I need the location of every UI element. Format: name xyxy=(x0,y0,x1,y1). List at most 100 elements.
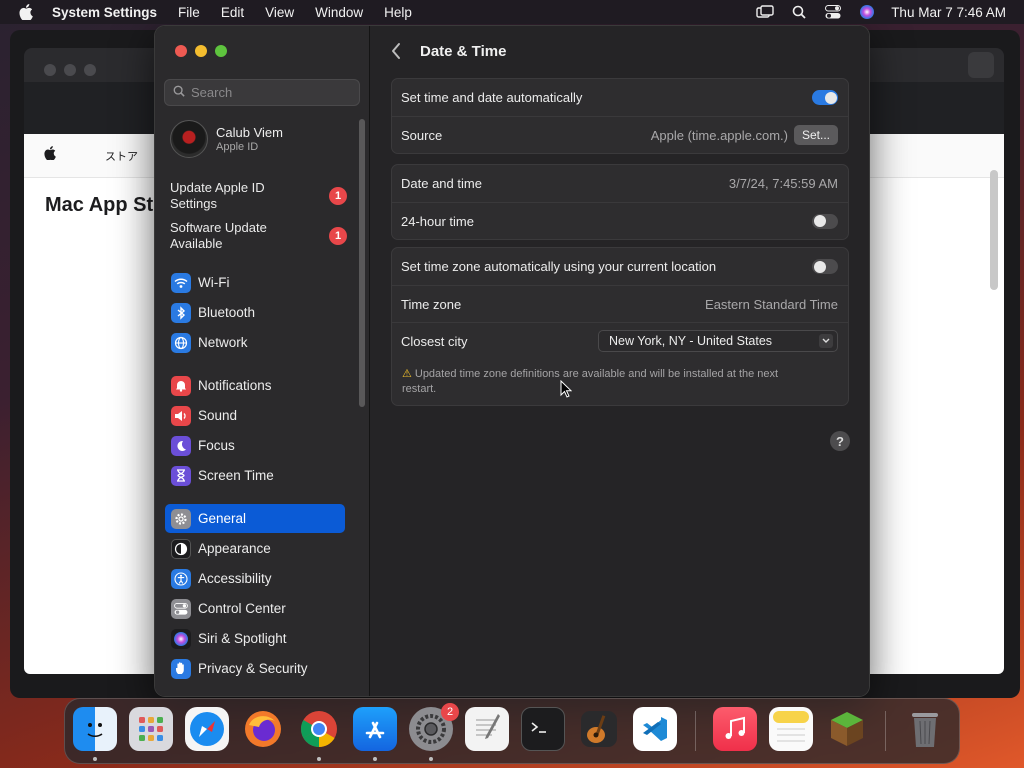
hour24-toggle[interactable] xyxy=(812,213,838,229)
auto-time-toggle[interactable] xyxy=(812,90,838,105)
notes-icon[interactable] xyxy=(769,707,813,751)
sidebar-item-label: Accessibility xyxy=(198,571,272,586)
search-icon xyxy=(173,85,185,100)
app-store-icon[interactable] xyxy=(353,707,397,751)
accessibility-icon xyxy=(171,568,191,589)
sidebar-item-notifications[interactable]: Notifications xyxy=(165,371,345,400)
sidebar-item-bluetooth[interactable]: Bluetooth xyxy=(165,298,345,327)
launchpad-icon[interactable] xyxy=(129,707,173,751)
auto-timezone-toggle[interactable] xyxy=(812,259,838,274)
auto-time-row: Set time and date automatically xyxy=(392,79,848,116)
profile-name: Calub Viem xyxy=(216,125,283,140)
control-center-icon[interactable] xyxy=(823,2,843,22)
sidebar-item-label: General xyxy=(198,511,247,526)
hand-icon xyxy=(171,658,191,679)
timezone-warning: ⚠ Updated time zone definitions are avail… xyxy=(392,359,848,405)
notice-update-apple-id[interactable]: Update Apple ID Settings 1 xyxy=(170,180,350,212)
edit-menu[interactable]: Edit xyxy=(221,5,244,20)
timezone-label: Time zone xyxy=(401,296,462,312)
window-menu[interactable]: Window xyxy=(315,5,363,20)
sidebar-item-label: Sound xyxy=(198,408,238,423)
music-icon[interactable] xyxy=(713,707,757,751)
globe-icon xyxy=(171,332,191,353)
closest-city-value: New York, NY - United States xyxy=(609,334,773,348)
set-source-button[interactable]: Set... xyxy=(793,125,838,145)
auto-timezone-row: Set time zone automatically using your c… xyxy=(392,248,848,285)
help-menu[interactable]: Help xyxy=(384,5,412,20)
sidebar-item-sound[interactable]: Sound xyxy=(165,401,345,430)
page-title: Date & Time xyxy=(420,43,507,60)
zoom-window-button[interactable] xyxy=(215,45,227,57)
sidebar-item-label: Wi-Fi xyxy=(198,275,230,290)
profile-subtitle: Apple ID xyxy=(216,141,259,153)
view-menu[interactable]: View xyxy=(265,5,294,20)
sidebar-item-wifi[interactable]: Wi-Fi xyxy=(165,268,345,297)
browser-scrollbar[interactable] xyxy=(990,170,998,290)
sidebar-item-label: Focus xyxy=(198,438,235,453)
apple-menu-icon[interactable] xyxy=(19,4,33,21)
sidebar-item-label: Control Center xyxy=(198,601,286,616)
close-window-button[interactable] xyxy=(175,45,187,57)
safari-icon[interactable] xyxy=(185,707,229,751)
sidebar-item-accessibility[interactable]: Accessibility xyxy=(165,564,345,593)
search-input[interactable] xyxy=(191,85,351,100)
store-tab-link[interactable]: ストア xyxy=(105,148,138,164)
notification-badge: 1 xyxy=(329,187,347,205)
sidebar-item-label: Bluetooth xyxy=(198,305,256,320)
minecraft-icon[interactable] xyxy=(825,707,869,751)
apple-id-profile[interactable]: Calub Viem Apple ID xyxy=(170,120,283,158)
sidebar-item-label: Privacy & Security xyxy=(198,661,308,676)
notice-label: Software Update Available xyxy=(170,220,267,251)
terminal-icon[interactable] xyxy=(521,707,565,751)
sidebar-item-label: Notifications xyxy=(198,378,272,393)
help-button[interactable]: ? xyxy=(830,431,850,451)
app-menu[interactable]: System Settings xyxy=(52,5,157,20)
back-button[interactable] xyxy=(390,42,404,60)
sidebar-item-general[interactable]: General xyxy=(165,504,345,533)
timezone-row: Time zone Eastern Standard Time xyxy=(392,285,848,322)
system-settings-window: Calub Viem Apple ID Update Apple ID Sett… xyxy=(154,25,870,697)
hour24-label: 24-hour time xyxy=(401,213,474,229)
sidebar-item-screen-time[interactable]: Screen Time xyxy=(165,461,345,490)
timezone-value: Eastern Standard Time xyxy=(705,296,838,312)
sidebar-item-appearance[interactable]: Appearance xyxy=(165,534,345,563)
closest-city-label: Closest city xyxy=(401,333,468,349)
vscode-icon[interactable] xyxy=(633,707,677,751)
system-settings-badge: 2 xyxy=(441,703,459,721)
firefox-icon[interactable] xyxy=(241,707,285,751)
minimize-window-button[interactable] xyxy=(195,45,207,57)
gear-icon xyxy=(171,508,191,529)
screen-mirroring-icon[interactable] xyxy=(755,2,775,22)
siri-icon xyxy=(171,628,191,649)
trash-icon[interactable] xyxy=(903,707,947,751)
textedit-icon[interactable] xyxy=(465,707,509,751)
garageband-icon[interactable] xyxy=(577,707,621,751)
finder-icon[interactable] xyxy=(73,707,117,751)
chrome-icon[interactable] xyxy=(297,707,341,751)
closest-city-select[interactable]: New York, NY - United States xyxy=(598,330,838,352)
siri-icon[interactable] xyxy=(857,2,877,22)
time-zone-group: Set time zone automatically using your c… xyxy=(391,247,849,406)
sidebar-item-network[interactable]: Network xyxy=(165,328,345,357)
appearance-icon xyxy=(171,538,191,559)
warning-text: Updated time zone definitions are availa… xyxy=(402,368,779,395)
notice-software-update[interactable]: Software Update Available 1 xyxy=(170,220,350,252)
apple-logo-icon[interactable] xyxy=(44,146,56,163)
tab-search-button[interactable] xyxy=(968,52,994,78)
file-menu[interactable]: File xyxy=(178,5,200,20)
sidebar-item-privacy-security[interactable]: Privacy & Security xyxy=(165,654,345,683)
spotlight-search-icon[interactable] xyxy=(789,2,809,22)
sidebar-item-focus[interactable]: Focus xyxy=(165,431,345,460)
moon-icon xyxy=(171,435,191,456)
clock[interactable]: Thu Mar 7 7:46 AM xyxy=(891,5,1006,20)
sidebar-item-siri-spotlight[interactable]: Siri & Spotlight xyxy=(165,624,345,653)
warning-icon: ⚠ xyxy=(402,368,412,380)
sidebar: Calub Viem Apple ID Update Apple ID Sett… xyxy=(155,26,370,696)
date-time-group: Date and time 3/7/24, 7:45:59 AM 24-hour… xyxy=(391,164,849,240)
sidebar-item-label: Network xyxy=(198,335,248,350)
search-field[interactable] xyxy=(164,79,360,106)
sidebar-scrollbar[interactable] xyxy=(359,119,365,407)
auto-time-label: Set time and date automatically xyxy=(401,90,583,105)
sidebar-item-control-center[interactable]: Control Center xyxy=(165,594,345,623)
hourglass-icon xyxy=(171,465,191,486)
